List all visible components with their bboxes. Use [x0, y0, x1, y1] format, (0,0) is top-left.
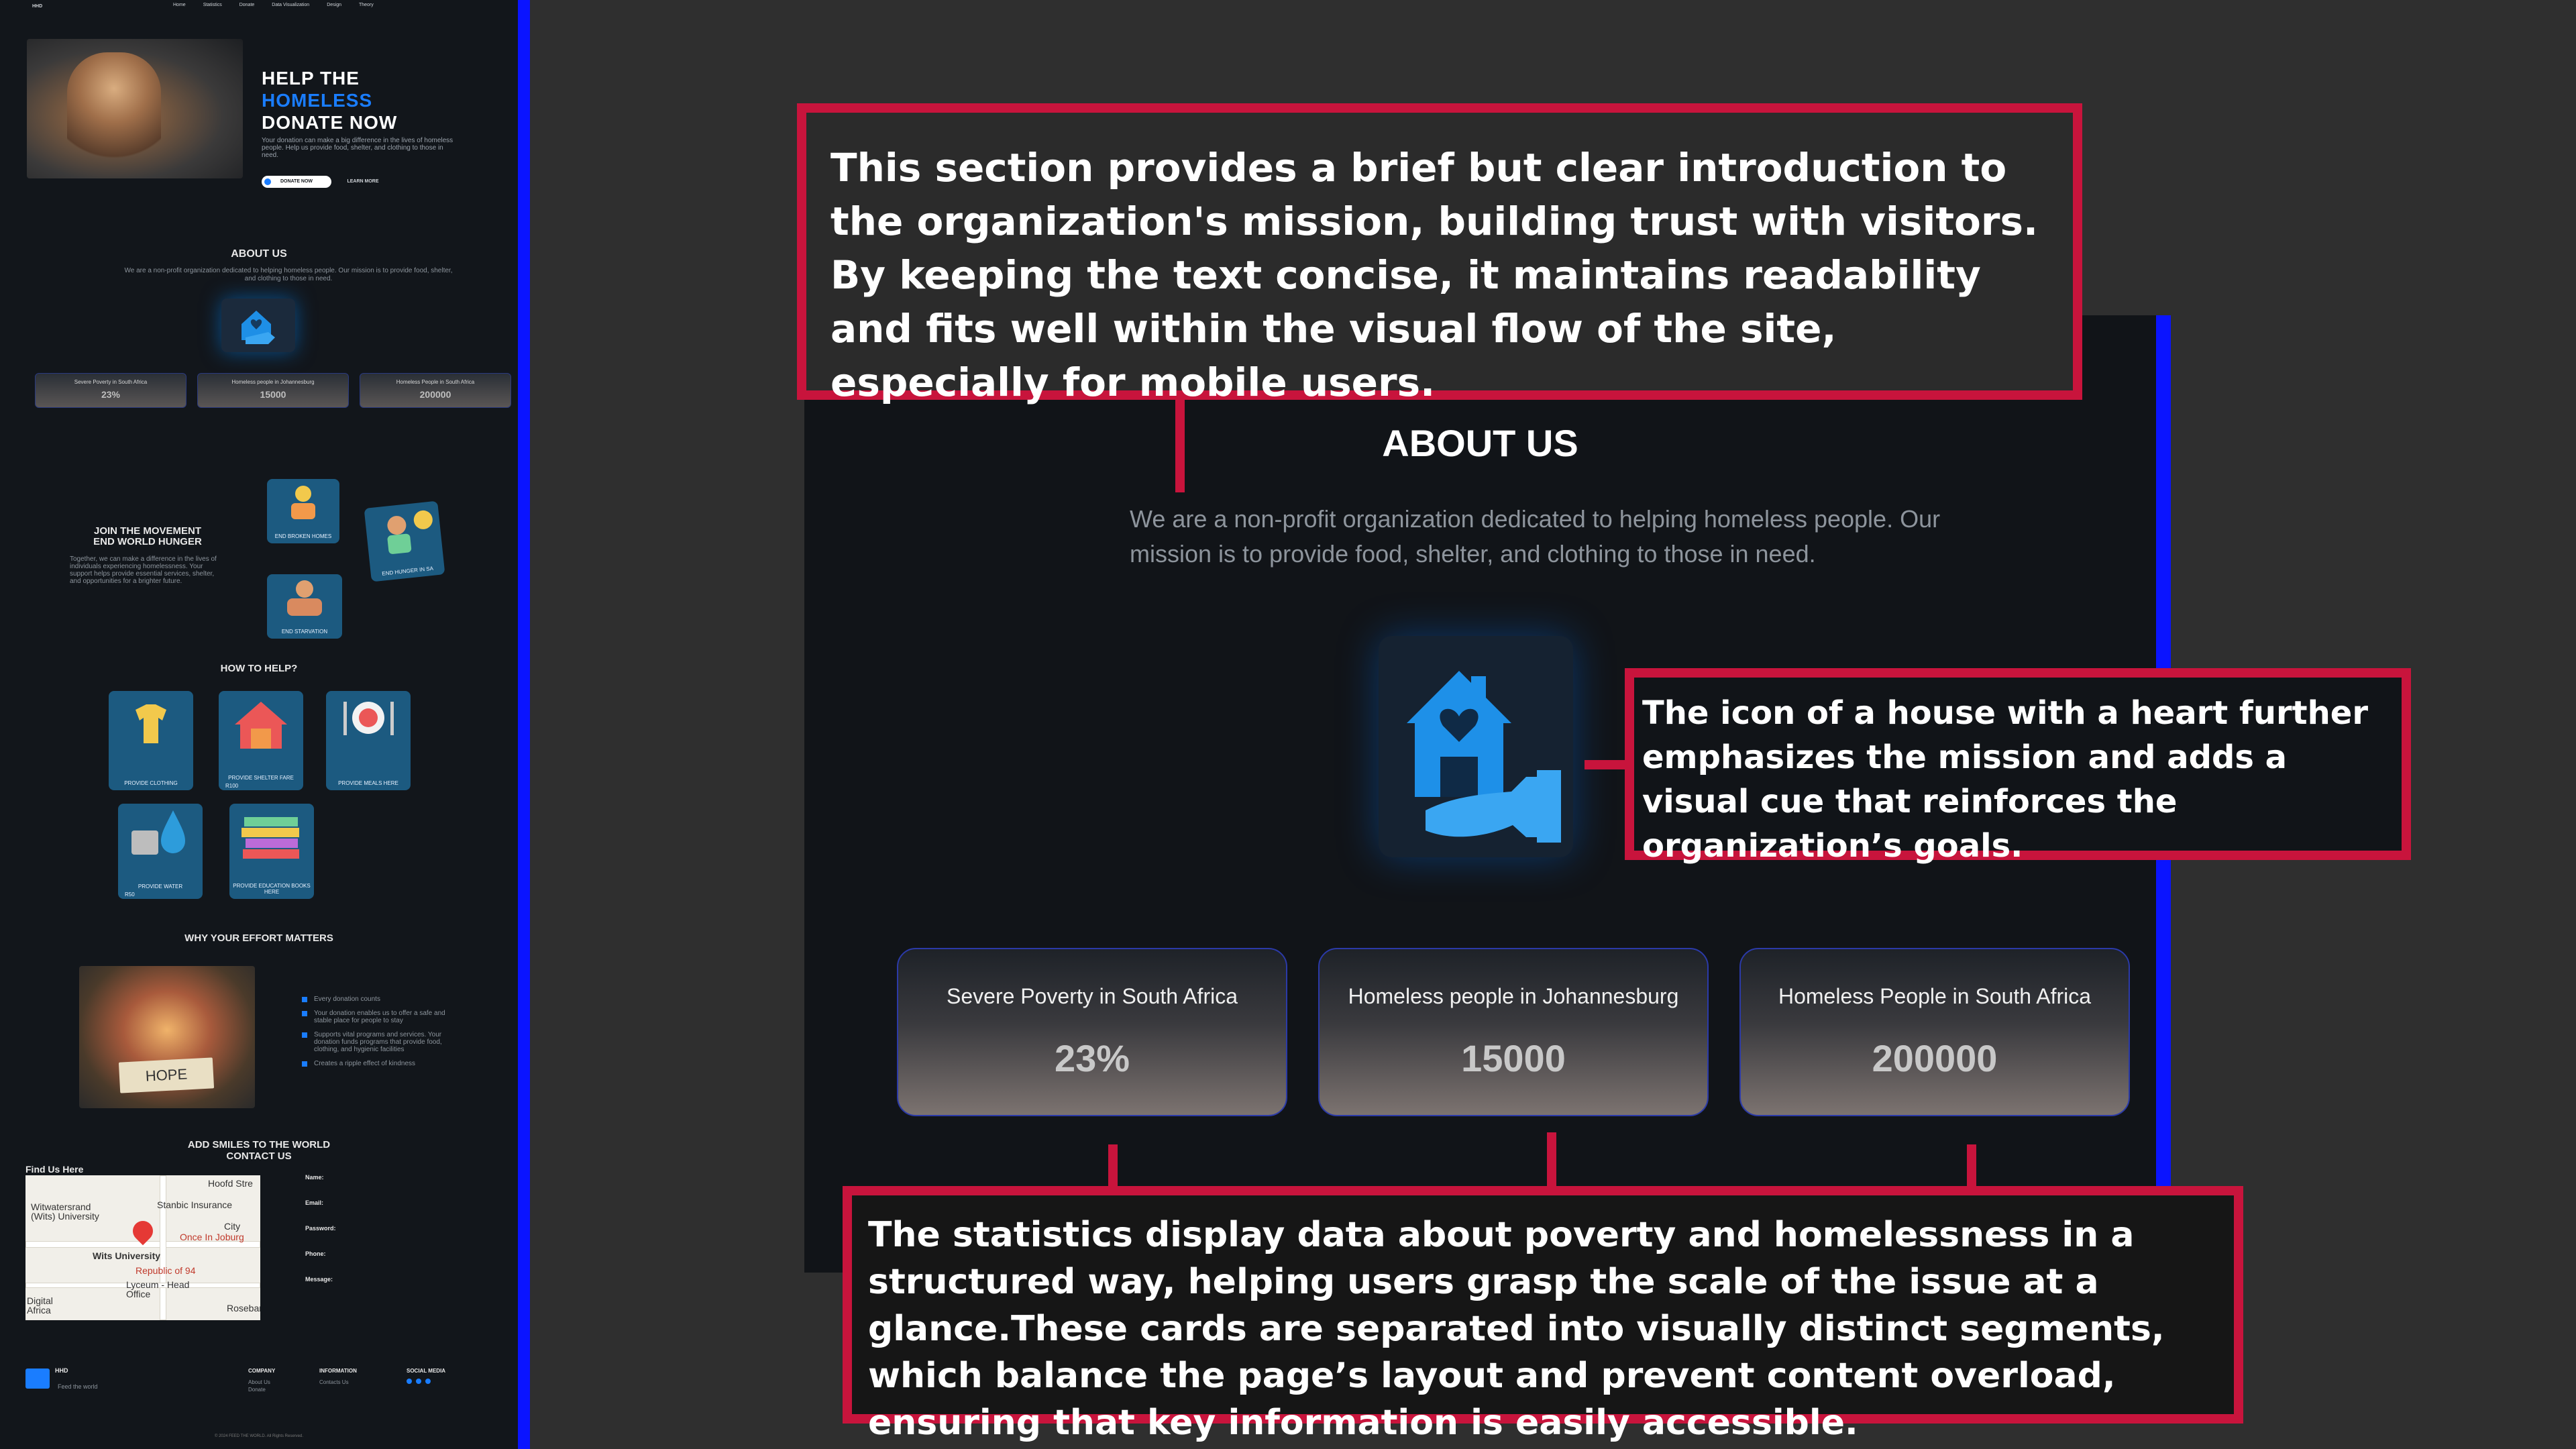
children-hope-image: HOPE: [79, 966, 255, 1108]
effort-list: Every donation counts Your donation enab…: [302, 996, 449, 1074]
facebook-icon[interactable]: [407, 1379, 412, 1384]
zoom-stats-row: Severe Poverty in South Africa 23% Homel…: [897, 948, 2130, 1116]
callout-connector: [1967, 1144, 1976, 1187]
message-field[interactable]: Message:: [305, 1276, 336, 1301]
list-item: Every donation counts: [302, 996, 449, 1003]
hero-text: Your donation can make a big difference …: [262, 137, 453, 159]
effort-heading: WHY YOUR EFFORT MATTERS: [184, 932, 333, 944]
stat-card: Homeless People in South Africa 200000: [360, 373, 511, 408]
callout-connector: [1585, 760, 1626, 769]
email-field[interactable]: Email:: [305, 1199, 336, 1225]
find-us-heading: Find Us Here: [25, 1164, 84, 1175]
join-heading: JOIN THE MOVEMENT END WORLD HUNGER: [93, 525, 202, 547]
house-heart-hand-icon: [1379, 636, 1573, 857]
list-item: Your donation enables us to offer a safe…: [302, 1010, 449, 1024]
about-text: We are a non-profit organization dedicat…: [124, 267, 453, 282]
stat-card-johannesburg: Homeless people in Johannesburg 15000: [1318, 948, 1709, 1116]
contact-heading: ADD SMILES TO THE WORLD CONTACT US: [187, 1139, 331, 1162]
end-hunger-card[interactable]: END HUNGER IN SA: [364, 500, 445, 582]
stat-card-south-africa: Homeless People in South Africa 200000: [1739, 948, 2130, 1116]
stat-card-poverty: Severe Poverty in South Africa 23%: [897, 948, 1287, 1116]
nav-link-data-visualization[interactable]: Data Visualization: [272, 3, 309, 7]
nav-link-home[interactable]: Home: [173, 3, 186, 7]
provide-education-card[interactable]: PROVIDE EDUCATION BOOKS HERE: [229, 804, 314, 899]
footer-social: SOCIAL MEDIA: [407, 1367, 445, 1384]
footer-link-about[interactable]: About Us: [248, 1379, 275, 1386]
callout-connector: [1175, 400, 1185, 492]
nav-logo[interactable]: HHD: [32, 4, 42, 9]
nav-link-statistics[interactable]: Statistics: [203, 3, 222, 7]
provide-meals-card[interactable]: PROVIDE MEALS HERE: [326, 691, 411, 790]
footer-link-contacts[interactable]: Contacts Us: [319, 1379, 357, 1386]
stats-row: Severe Poverty in South Africa 23% Homel…: [35, 373, 511, 408]
hero-title: HELP THE HOMELESS DONATE NOW: [262, 68, 398, 133]
nav-link-theory[interactable]: Theory: [359, 3, 374, 7]
provide-clothing-card[interactable]: PROVIDE CLOTHING: [109, 691, 193, 790]
join-text: Together, we can make a difference in th…: [70, 555, 217, 585]
learn-more-button[interactable]: LEARN MORE: [339, 176, 386, 188]
house-heart-icon: [221, 299, 295, 352]
end-broken-homes-card[interactable]: END BROKEN HOMES: [267, 479, 339, 543]
twitter-icon[interactable]: [425, 1379, 431, 1384]
name-field[interactable]: Name:: [305, 1174, 336, 1199]
callout-stats: The statistics display data about povert…: [843, 1186, 2243, 1443]
how-to-help-heading: HOW TO HELP?: [220, 663, 298, 674]
callout-connector: [1108, 1144, 1118, 1187]
callout-connector: [1547, 1132, 1556, 1187]
provide-shelter-card[interactable]: PROVIDE SHELTER FARE R100: [219, 691, 303, 790]
copyright: © 2024 FEED THE WORLD. All Rights Reserv…: [214, 1434, 304, 1438]
donate-now-button[interactable]: DONATE NOW: [262, 176, 331, 188]
nav-link-donate[interactable]: Donate: [239, 3, 255, 7]
callout-icon: The icon of a house with a heart further…: [1625, 668, 2411, 865]
password-field[interactable]: Password:: [305, 1225, 336, 1250]
nav-link-design[interactable]: Design: [327, 3, 341, 7]
phone-field[interactable]: Phone:: [305, 1250, 336, 1276]
contact-form: Name: Email: Password: Phone: Message:: [305, 1174, 336, 1301]
zoom-about-heading: ABOUT US: [1382, 422, 1578, 464]
location-map[interactable]: Witwatersrand (Wits) University Stanbic …: [25, 1175, 260, 1320]
provide-water-card[interactable]: PROVIDE WATER R50: [118, 804, 203, 899]
thumbnail-edge: [518, 0, 530, 1449]
about-heading: ABOUT US: [231, 248, 287, 260]
list-item: Creates a ripple effect of kindness: [302, 1060, 449, 1067]
stat-card: Severe Poverty in South Africa 23%: [35, 373, 186, 408]
footer-link-donate[interactable]: Donate: [248, 1386, 275, 1393]
footer-logo-icon: [25, 1368, 50, 1389]
zoom-about-text: We are a non-profit organization dedicat…: [1130, 505, 1941, 568]
footer-tagline: Feed the world: [58, 1383, 98, 1390]
linkedin-icon[interactable]: [416, 1379, 421, 1384]
stat-card: Homeless people in Johannesburg 15000: [197, 373, 349, 408]
presentation-slide: HHD Home Statistics Donate Data Visualiz…: [0, 0, 2576, 1449]
nav-bar: HHD Home Statistics Donate Data Visualiz…: [32, 3, 502, 12]
website-thumbnail: HHD Home Statistics Donate Data Visualiz…: [0, 0, 518, 1449]
callout-intro: This section provides a brief but clear …: [797, 103, 2082, 405]
list-item: Supports vital programs and services. Yo…: [302, 1031, 449, 1053]
footer-company: COMPANY About Us Donate: [248, 1368, 276, 1393]
footer-brand: HHD: [55, 1367, 68, 1374]
hero-image: [27, 39, 243, 178]
footer-information: INFORMATION Contacts Us: [319, 1368, 357, 1386]
end-starvation-card[interactable]: END STARVATION: [267, 574, 342, 639]
